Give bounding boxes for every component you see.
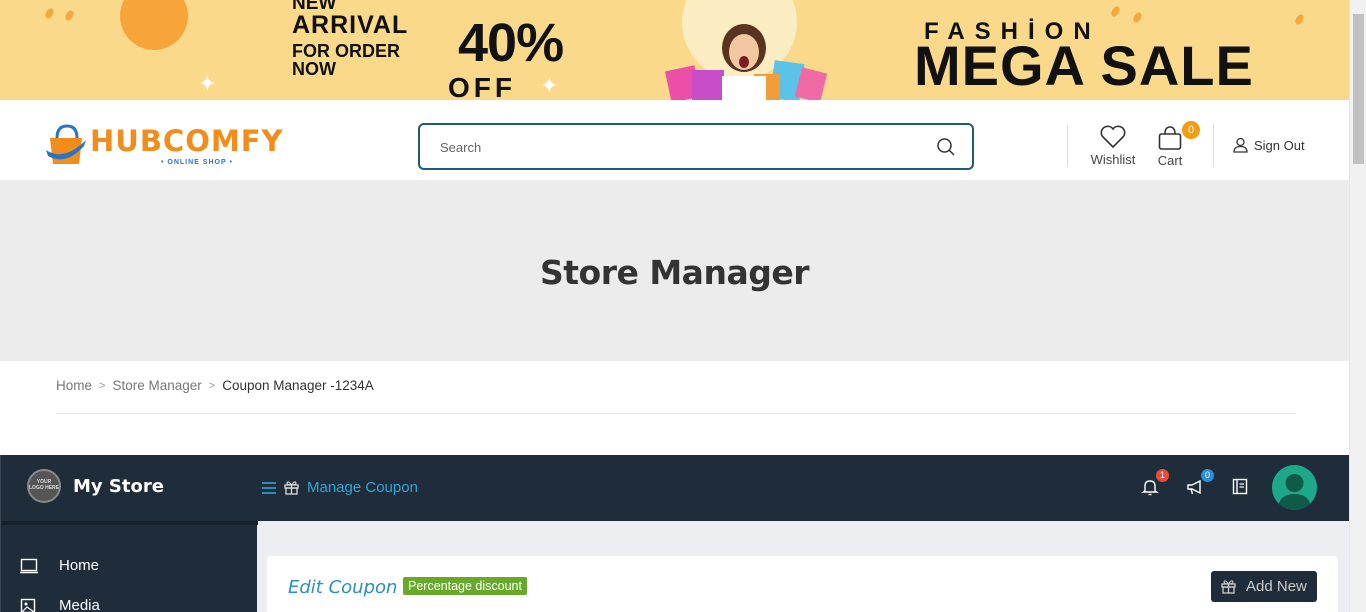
wishlist-label: Wishlist: [1090, 152, 1136, 167]
add-new-label: Add New: [1246, 578, 1307, 595]
sidebar-shadow: [1, 521, 258, 525]
shopping-bag-logo-icon: [46, 124, 86, 164]
sign-out-label: Sign Out: [1254, 137, 1305, 153]
announcements-count-badge: 0: [1201, 469, 1214, 482]
store-logo: YOUR LOGO HERE: [27, 469, 61, 503]
store-dashboard: YOUR LOGO HERE My Store Manage Coupon 1 …: [0, 455, 1349, 612]
knowledgebase-button[interactable]: [1232, 478, 1252, 498]
banner-discount: 40%: [458, 13, 564, 73]
cart-bag-icon: [1158, 126, 1182, 150]
heart-icon: [1100, 125, 1126, 149]
page: ✦ ✦ NEW ARRIVAL FOR ORDER NOW 40% OFF FA…: [0, 0, 1366, 612]
banner-text: NOW: [292, 59, 336, 79]
menu-toggle-icon[interactable]: [262, 481, 276, 494]
chevron-right-icon: >: [208, 379, 216, 392]
site-logo[interactable]: HUBCOMFY • ONLINE SHOP •: [46, 124, 296, 169]
logo-tagline: • ONLINE SHOP •: [161, 159, 233, 166]
breadcrumb-current: Coupon Manager -1234A: [222, 378, 374, 393]
search-input[interactable]: [440, 137, 920, 157]
edit-coupon-panel: Edit Coupon Percentage discount Add New: [267, 556, 1338, 612]
banner-arrival-text: NEW ARRIVAL FOR ORDER NOW: [292, 0, 408, 78]
manage-coupon-header: Manage Coupon: [262, 479, 418, 496]
cart-count-badge: 0: [1182, 121, 1200, 139]
divider: [56, 413, 1296, 414]
banner-decor-dot: [1293, 12, 1306, 27]
book-icon: [1232, 478, 1248, 495]
user-icon: [1233, 137, 1248, 153]
divider: [1213, 125, 1214, 167]
sidebar-item-label: Media: [59, 597, 100, 612]
banner-decor-dot: [43, 6, 56, 21]
profile-avatar-icon: [1278, 474, 1311, 510]
breadcrumb: Home > Store Manager > Coupon Manager -1…: [56, 378, 374, 393]
breadcrumb-store-manager[interactable]: Store Manager: [112, 378, 201, 393]
banner-text: ARRIVAL: [292, 11, 409, 39]
cart-label: Cart: [1157, 153, 1183, 168]
sidebar-item-label: Home: [59, 557, 100, 574]
sign-out-link[interactable]: Sign Out: [1233, 137, 1305, 153]
user-avatar[interactable]: [1272, 465, 1317, 510]
megaphone-icon: [1187, 479, 1201, 495]
store-brand[interactable]: YOUR LOGO HERE My Store: [27, 469, 164, 503]
divider: [1067, 125, 1068, 167]
wishlist-button[interactable]: Wishlist: [1090, 124, 1136, 167]
search-icon[interactable]: [936, 137, 956, 157]
promo-banner[interactable]: ✦ ✦ NEW ARRIVAL FOR ORDER NOW 40% OFF FA…: [0, 0, 1349, 100]
manage-coupon-label: Manage Coupon: [307, 479, 418, 496]
page-hero: Store Manager: [0, 181, 1349, 361]
banner-decor-circle: [120, 0, 188, 50]
image-icon: [20, 598, 36, 612]
dashboard-sidebar: Home Media: [0, 521, 258, 612]
banner-decor-dot: [1109, 4, 1122, 19]
gift-icon: [284, 481, 299, 495]
breadcrumb-home[interactable]: Home: [56, 378, 92, 393]
monitor-icon: [20, 558, 38, 573]
cart-button[interactable]: 0 Cart: [1154, 121, 1200, 168]
site-header: HUBCOMFY • ONLINE SHOP • Wishlist 0 Cart: [0, 100, 1349, 181]
notifications-button[interactable]: 1: [1141, 469, 1169, 498]
sparkle-icon: ✦: [540, 74, 559, 99]
announcements-button[interactable]: 0: [1186, 469, 1214, 498]
store-name: My Store: [73, 475, 164, 497]
shopping-woman-image: [665, 24, 828, 100]
chevron-right-icon: >: [99, 379, 106, 392]
notifications-count-badge: 1: [1156, 469, 1169, 482]
edit-coupon-title: Edit Coupon: [288, 577, 398, 598]
page-scrollbar[interactable]: [1349, 0, 1366, 612]
search-box: [418, 123, 974, 170]
scrollbar-thumb[interactable]: [1353, 14, 1364, 164]
dashboard-topbar: YOUR LOGO HERE My Store Manage Coupon 1 …: [0, 455, 1349, 521]
discount-type-badge: Percentage discount: [403, 577, 527, 595]
banner-discount-suffix: OFF: [448, 72, 516, 101]
logo-name: HUBCOMFY: [90, 124, 284, 158]
gift-icon: [1221, 580, 1236, 594]
banner-text: FOR ORDER: [292, 41, 400, 61]
sidebar-item-home[interactable]: Home: [19, 557, 99, 574]
sparkle-icon: ✦: [198, 72, 217, 97]
banner-decor-dot: [63, 8, 76, 23]
sidebar-item-media[interactable]: Media: [19, 597, 100, 612]
banner-mega-sale-text: MEGA SALE: [914, 34, 1254, 97]
banner-decor-dot: [1131, 10, 1144, 25]
add-new-button[interactable]: Add New: [1211, 571, 1317, 602]
page-title: Store Manager: [539, 253, 810, 292]
bell-icon: [1141, 480, 1159, 496]
